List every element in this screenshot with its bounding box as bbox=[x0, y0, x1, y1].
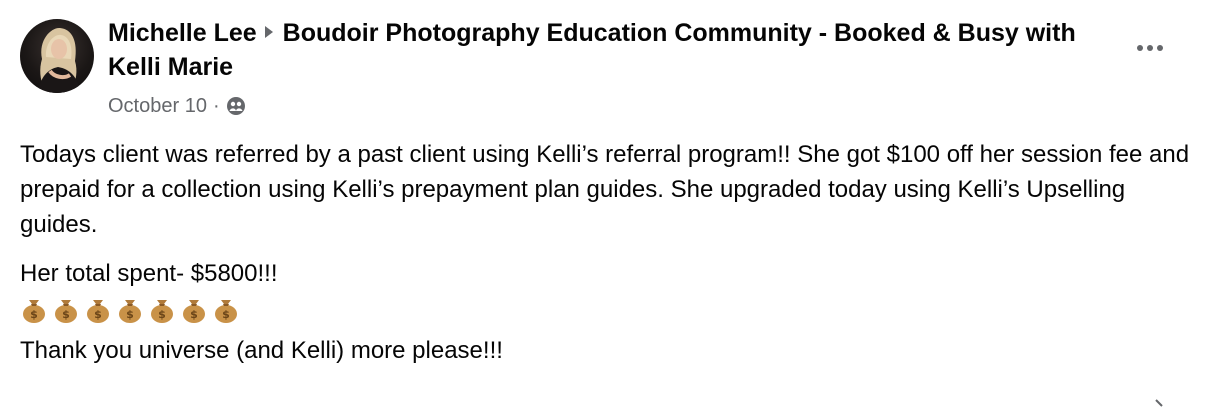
post-date[interactable]: October 10 bbox=[108, 92, 207, 120]
author-block: Michelle Lee Boudoir Photography Educatio… bbox=[108, 16, 1108, 84]
svg-text:$: $ bbox=[30, 308, 38, 321]
post-paragraph-1: Todays client was referred by a past cli… bbox=[20, 141, 1190, 238]
post-card: Michelle Lee Boudoir Photography Educatio… bbox=[0, 0, 1208, 408]
svg-text:$: $ bbox=[190, 308, 198, 321]
post-meta: October 10 · bbox=[108, 92, 246, 120]
money-bag-icon: $ bbox=[180, 294, 208, 324]
more-dot bbox=[1157, 45, 1163, 51]
post-title: Michelle Lee Boudoir Photography Educatio… bbox=[108, 16, 1108, 84]
money-bag-icon: $ bbox=[212, 294, 240, 324]
money-bag-icon: $ bbox=[20, 294, 48, 324]
group-audience-icon[interactable] bbox=[226, 96, 246, 116]
avatar-photo bbox=[38, 27, 80, 93]
author-name[interactable]: Michelle Lee bbox=[108, 19, 257, 47]
caret-right-icon bbox=[264, 26, 273, 38]
svg-text:$: $ bbox=[222, 308, 230, 321]
post-paragraph-2: Her total spent- $5800!!! bbox=[20, 260, 278, 287]
svg-text:$: $ bbox=[62, 308, 70, 321]
svg-text:$: $ bbox=[158, 308, 166, 321]
money-bag-icon: $ bbox=[116, 294, 144, 324]
avatar[interactable] bbox=[20, 19, 94, 93]
chevron-right-icon bbox=[1155, 399, 1163, 407]
svg-text:$: $ bbox=[126, 308, 134, 321]
post-header: Michelle Lee Boudoir Photography Educatio… bbox=[20, 14, 1188, 124]
more-dot bbox=[1137, 45, 1143, 51]
post-body: Todays client was referred by a past cli… bbox=[20, 137, 1190, 368]
meta-separator: · bbox=[212, 95, 220, 117]
svg-text:$: $ bbox=[94, 308, 102, 321]
money-bag-icon: $ bbox=[52, 294, 80, 324]
more-dot bbox=[1147, 45, 1153, 51]
emoji-row: $ $ $ $ $ $ $ bbox=[20, 291, 1190, 327]
money-bag-icon: $ bbox=[84, 294, 112, 324]
more-options-button[interactable] bbox=[1130, 28, 1170, 68]
money-bag-icon: $ bbox=[148, 294, 176, 324]
post-paragraph-3: Thank you universe (and Kelli) more plea… bbox=[20, 337, 503, 364]
